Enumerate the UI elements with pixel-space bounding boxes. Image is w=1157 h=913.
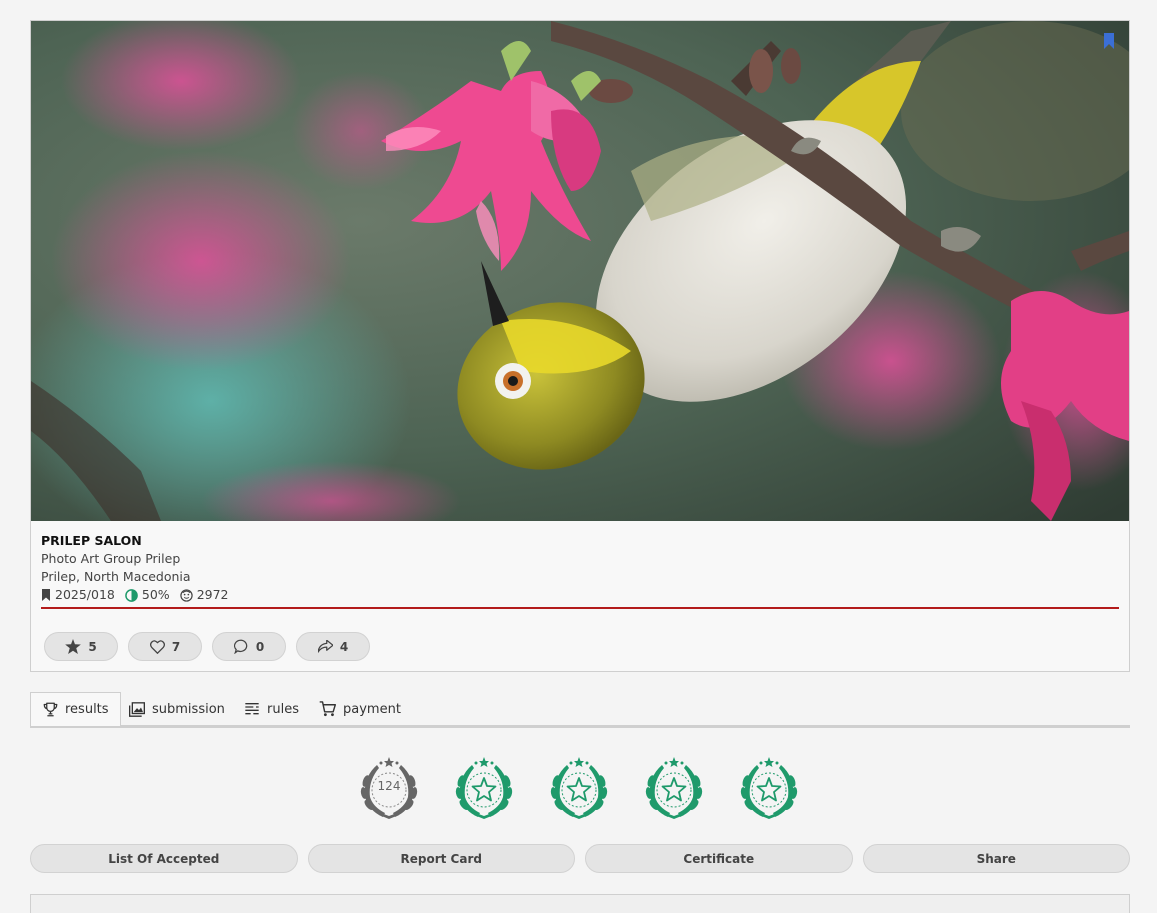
half-circle-icon (125, 588, 138, 602)
award-badge-3[interactable] (642, 755, 706, 821)
share-arrow-icon (317, 640, 333, 653)
awards-row: 124 (357, 755, 801, 821)
tab-submission-label: submission (152, 701, 225, 717)
bird-photo-illustration (31, 21, 1129, 521)
comment-button[interactable]: 0 (212, 632, 286, 661)
salon-title[interactable]: PRILEP SALON (41, 532, 1119, 550)
salon-code-text: 2025/018 (55, 587, 115, 602)
salon-photo[interactable] (31, 21, 1129, 521)
tab-payment-label: payment (343, 701, 401, 717)
salon-meta: 2025/018 50% 2972 (41, 586, 1119, 604)
certificate-button[interactable]: Certificate (585, 844, 853, 873)
bookmark-icon[interactable] (1103, 33, 1115, 49)
salon-code: 2025/018 (41, 586, 115, 604)
tab-results[interactable]: results (30, 692, 121, 726)
award-badge-4[interactable] (737, 755, 801, 821)
result-actions: List Of Accepted Report Card Certificate… (30, 844, 1130, 873)
star-icon (65, 639, 82, 654)
heart-icon (149, 639, 165, 654)
tab-rules[interactable]: rules (244, 692, 299, 726)
face-icon (180, 588, 193, 602)
comment-icon (233, 639, 248, 654)
laurel-star-icon (645, 757, 703, 819)
rules-icon (245, 703, 259, 715)
acceptance-rate: 50% (125, 586, 170, 604)
salon-card: PRILEP SALON Photo Art Group Prilep Pril… (30, 20, 1130, 672)
bookmark-icon (42, 589, 50, 601)
star-button[interactable]: 5 (44, 632, 118, 661)
cart-icon (319, 701, 336, 717)
tab-rules-label: rules (267, 701, 299, 717)
divider (41, 607, 1119, 609)
participants-count: 2972 (180, 586, 229, 604)
star-count: 5 (88, 639, 97, 654)
acceptance-rate-text: 50% (141, 587, 170, 602)
laurel-star-icon (740, 757, 798, 819)
laurel-star-icon (550, 757, 608, 819)
tab-payment[interactable]: payment (319, 692, 401, 726)
report-card-button[interactable]: Report Card (307, 844, 575, 873)
share-action-button[interactable]: 4 (296, 632, 370, 661)
like-count: 7 (171, 639, 181, 654)
salon-organizer: Photo Art Group Prilep (41, 551, 181, 566)
tab-submission[interactable]: submission (129, 692, 225, 726)
tab-results-label: results (65, 702, 109, 717)
list-of-accepted-button[interactable]: List Of Accepted (30, 844, 298, 873)
acceptance-count-badge[interactable]: 124 (357, 755, 421, 821)
acceptance-count: 124 (377, 779, 401, 793)
images-icon (129, 701, 145, 717)
details-panel (30, 894, 1130, 913)
share-button[interactable]: Share (862, 844, 1130, 873)
award-badge-1[interactable] (452, 755, 516, 821)
participants-count-text: 2972 (196, 587, 229, 602)
like-button[interactable]: 7 (128, 632, 202, 661)
tab-bar: results submission rules payment (30, 692, 1130, 728)
award-badge-2[interactable] (547, 755, 611, 821)
comment-count: 0 (255, 639, 265, 654)
salon-info: PRILEP SALON Photo Art Group Prilep Pril… (41, 532, 1119, 604)
salon-location: Prilep, North Macedonia (41, 569, 191, 584)
laurel-star-icon (455, 757, 513, 819)
trophy-icon (43, 702, 58, 717)
share-count: 4 (339, 639, 349, 654)
action-bar: 5 7 0 4 (44, 632, 370, 661)
